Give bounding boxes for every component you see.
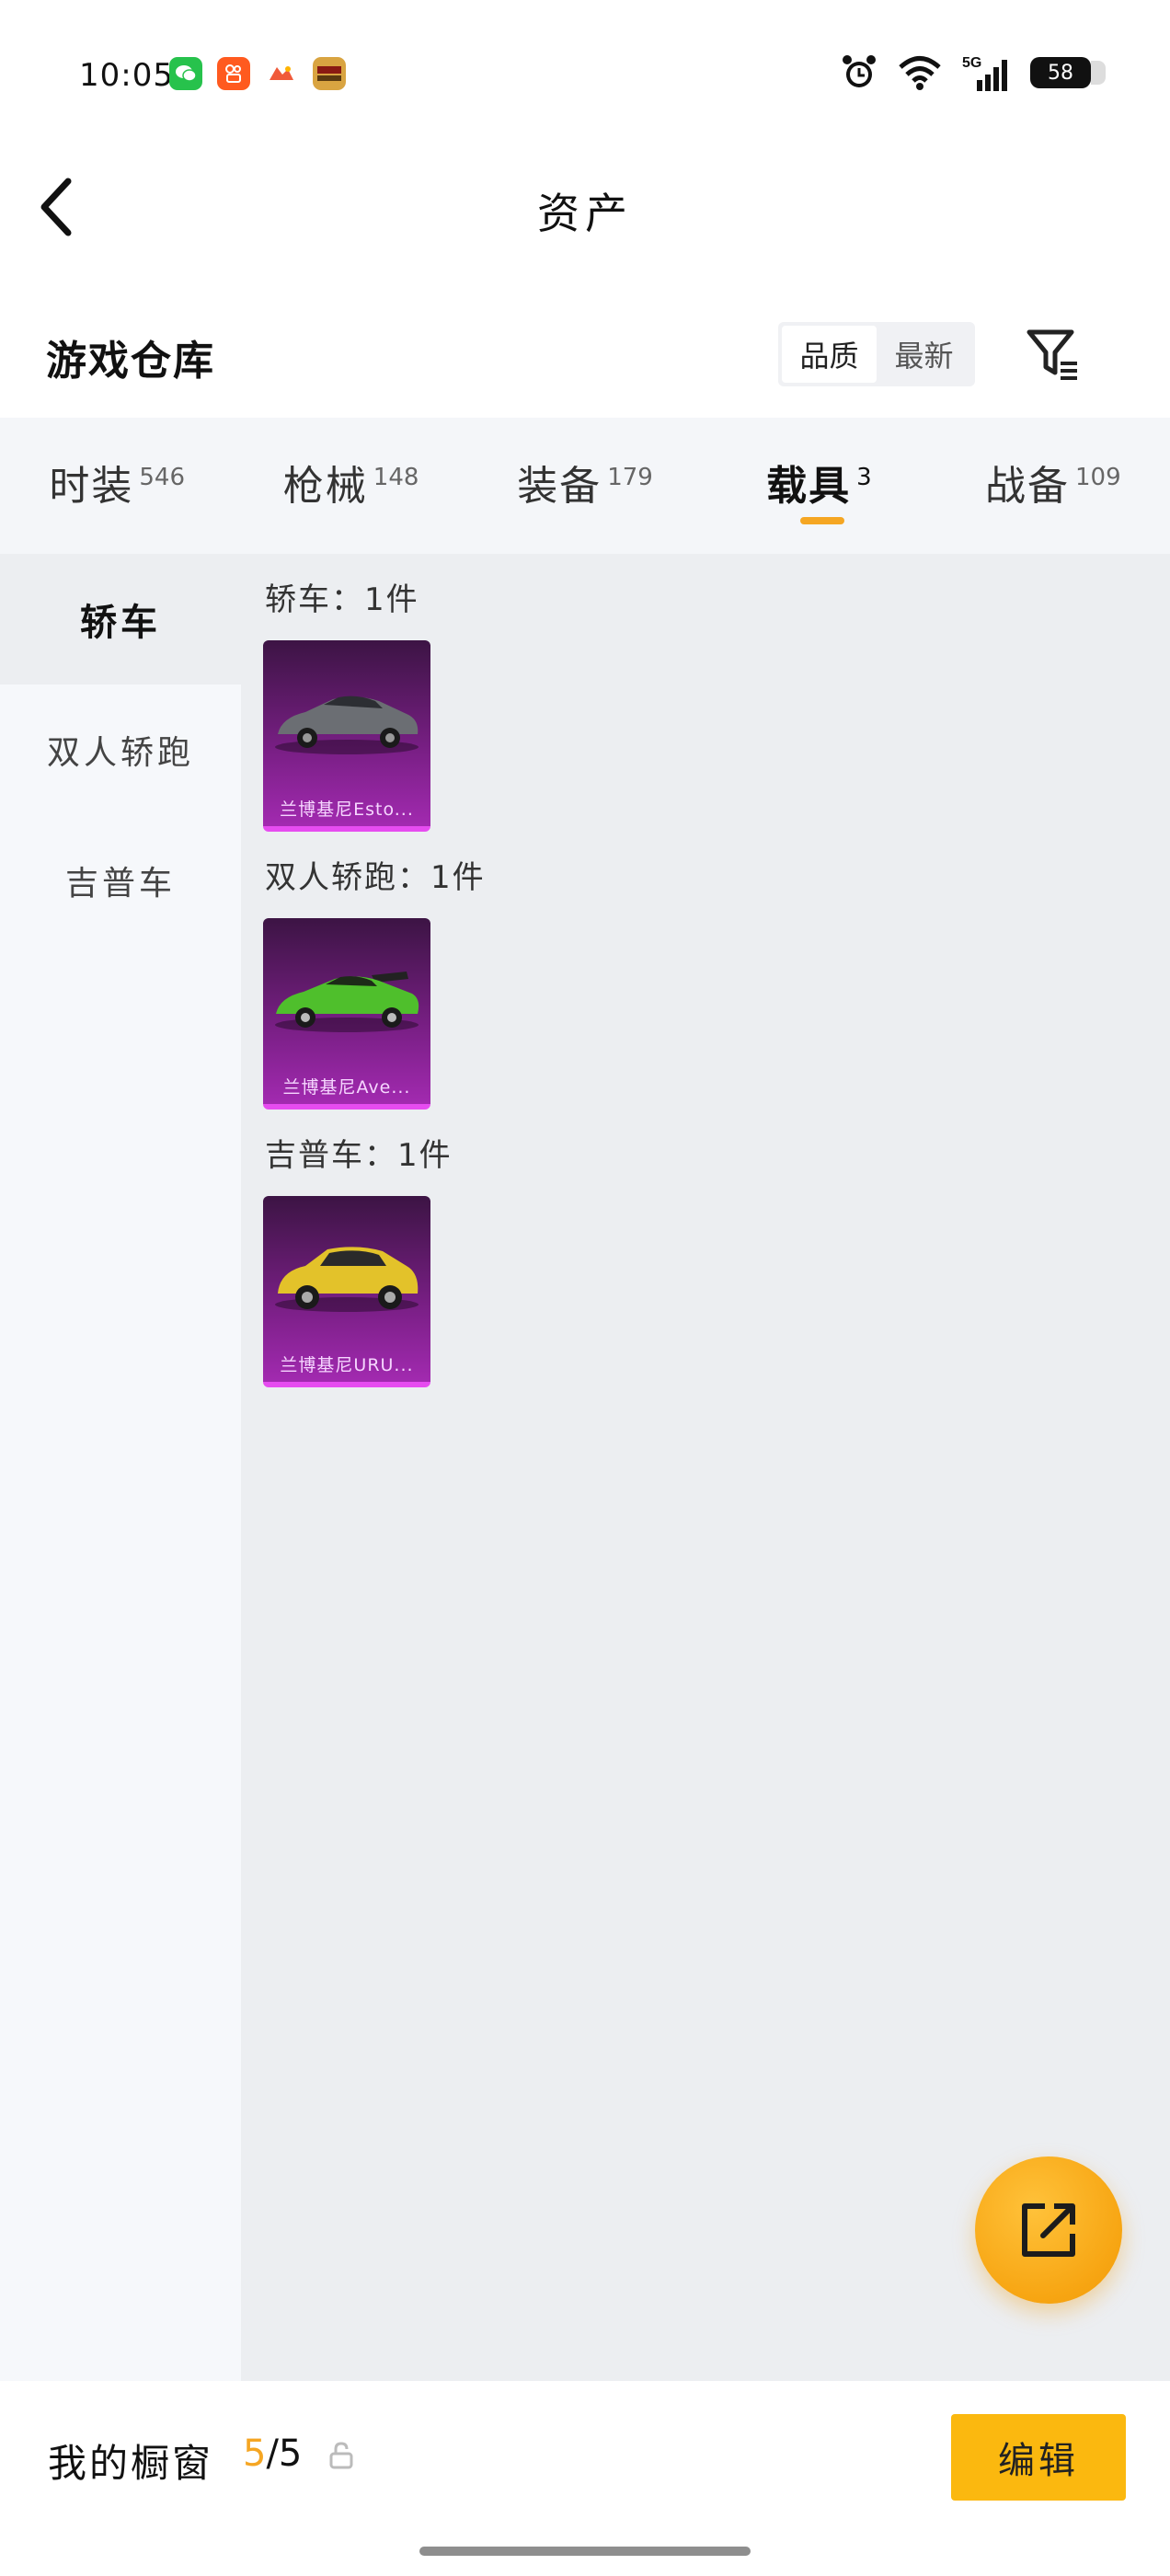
asset-name: 兰博基尼Ave... (282, 1077, 411, 1098)
showcase-used: 5 (243, 2432, 267, 2475)
showcase-count: 5/5 (243, 2432, 302, 2475)
asset-card[interactable]: 兰博基尼Ave... (263, 918, 430, 1110)
showcase-label: 我的橱窗 (48, 2441, 214, 2486)
active-tab-indicator (800, 517, 845, 524)
home-indicator (419, 2547, 751, 2556)
group-label-coupe: 双人轿跑：1件 (265, 859, 486, 896)
status-bar: 10:05 5G 58 (0, 0, 1170, 147)
vehicle-type-sidebar: 轿车 双人轿跑 吉普车 (0, 554, 241, 2381)
tab-count: 109 (1075, 464, 1121, 491)
share-fab-button[interactable] (975, 2156, 1122, 2304)
tab-equipment[interactable]: 装备 179 (468, 418, 702, 554)
group-label-jeep: 吉普车：1件 (265, 1137, 453, 1174)
group-label-sedan: 轿车：1件 (265, 581, 419, 618)
alarm-icon (841, 52, 878, 94)
tab-firearms[interactable]: 枪械 148 (234, 418, 467, 554)
wechat-icon (169, 57, 202, 90)
asset-card[interactable]: 兰博基尼Esto... (263, 640, 430, 832)
status-indicators: 5G 58 (841, 52, 1106, 94)
status-app-icons (169, 57, 346, 90)
warehouse-header: 游戏仓库 品质 最新 (0, 304, 1170, 405)
sort-option-quality[interactable]: 品质 (782, 326, 877, 383)
filter-button[interactable] (1023, 324, 1084, 385)
heping-jingying-icon (313, 57, 346, 90)
tab-war-supplies[interactable]: 战备 109 (936, 418, 1170, 554)
tab-label: 载具 (766, 463, 852, 510)
battery-indicator: 58 (1030, 57, 1106, 88)
tab-count: 546 (139, 464, 186, 491)
sidebar-item-sedan[interactable]: 轿车 (0, 554, 241, 684)
asset-list: 轿车：1件 兰博基尼Esto... 双人轿跑：1件 兰博基尼Ave... 吉普车… (241, 554, 1170, 2381)
tab-count: 179 (607, 464, 653, 491)
external-link-icon (1022, 2203, 1075, 2257)
showcase-total: /5 (266, 2432, 303, 2475)
asset-card[interactable]: 兰博基尼URU... (263, 1196, 430, 1387)
nav-header: 资产 (0, 147, 1170, 267)
sort-toggle: 品质 最新 (778, 322, 975, 386)
tab-label: 时装 (49, 463, 134, 510)
warehouse-title: 游戏仓库 (46, 338, 215, 385)
car-image (275, 972, 419, 1032)
sidebar-item-jeep[interactable]: 吉普车 (0, 815, 241, 946)
kuaishou-icon (217, 57, 250, 90)
status-time: 10:05 (79, 57, 174, 94)
tab-fashion[interactable]: 时装 546 (0, 418, 234, 554)
tab-label: 枪械 (282, 463, 368, 510)
wifi-icon (898, 52, 942, 94)
tab-label: 战备 (985, 463, 1070, 510)
svg-text:5G: 5G (962, 55, 981, 71)
tab-count: 148 (373, 464, 419, 491)
page-title: 资产 (537, 189, 633, 238)
edit-button[interactable]: 编辑 (951, 2414, 1126, 2501)
sort-option-newest[interactable]: 最新 (877, 326, 971, 383)
sidebar-item-coupe[interactable]: 双人轿跑 (0, 684, 241, 815)
category-tabs: 时装 546 枪械 148 装备 179 载具 3 战备 109 (0, 418, 1170, 554)
car-image (275, 1247, 419, 1312)
tab-count: 3 (856, 464, 872, 491)
cellular-signal-icon: 5G (962, 52, 1010, 94)
filter-icon (1027, 329, 1077, 380)
car-image (275, 696, 419, 754)
lock-icon (329, 2442, 353, 2473)
bottom-bar: 我的橱窗 5/5 编辑 (0, 2381, 1170, 2576)
asset-name: 兰博基尼Esto... (280, 799, 414, 820)
game-icon (265, 57, 298, 90)
tab-vehicles[interactable]: 载具 3 (702, 418, 935, 554)
asset-name: 兰博基尼URU... (280, 1355, 414, 1375)
tab-label: 装备 (517, 463, 602, 510)
